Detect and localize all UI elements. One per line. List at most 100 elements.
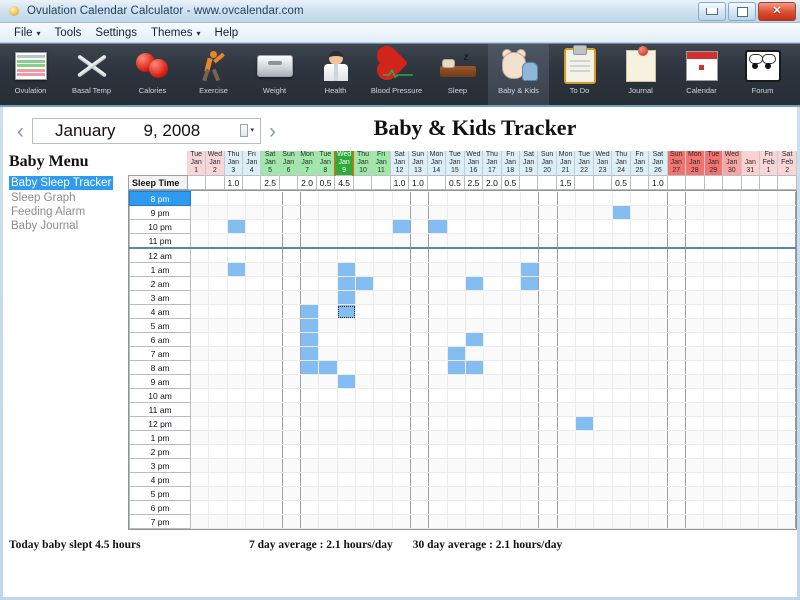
- sleep-grid-cell[interactable]: [300, 500, 320, 515]
- sleep-grid-cell[interactable]: [648, 290, 668, 305]
- sleep-grid-cell[interactable]: [355, 219, 375, 234]
- time-row-label[interactable]: 6 am: [128, 332, 192, 347]
- sleep-grid-cell[interactable]: [777, 514, 797, 529]
- sleep-grid-cell[interactable]: [538, 444, 558, 459]
- sleep-grid-cell[interactable]: [208, 458, 228, 473]
- sleep-grid-cell[interactable]: [593, 444, 613, 459]
- sleep-grid-cell[interactable]: [648, 318, 668, 333]
- sleep-grid-cell[interactable]: [667, 472, 686, 487]
- sleep-grid-cell[interactable]: [777, 402, 797, 417]
- sleep-grid-cell[interactable]: [502, 233, 522, 249]
- sleep-grid-cell[interactable]: [703, 416, 723, 431]
- sleep-grid-cell[interactable]: [355, 486, 375, 501]
- menu-help[interactable]: Help: [209, 25, 247, 41]
- date-field[interactable]: January 9, 2008 ▾: [32, 118, 261, 144]
- sleep-grid-cell[interactable]: [740, 416, 760, 431]
- sleep-grid-cell[interactable]: [538, 233, 558, 249]
- sleep-grid-cell[interactable]: [648, 444, 668, 459]
- sleep-grid-cell[interactable]: [575, 304, 595, 319]
- sleep-grid-cell[interactable]: [648, 430, 668, 445]
- sleep-grid-cell[interactable]: [538, 332, 558, 347]
- sleep-grid-cell[interactable]: [648, 374, 668, 389]
- sleep-grid-cell[interactable]: [740, 205, 760, 220]
- time-row-label[interactable]: 2 pm: [128, 444, 192, 459]
- sleep-grid-cell[interactable]: [465, 458, 485, 473]
- sleep-grid-cell[interactable]: [557, 472, 577, 487]
- sleep-grid-cell[interactable]: [392, 472, 412, 487]
- sleep-grid-cell[interactable]: [465, 360, 485, 375]
- sleep-grid-cell[interactable]: [557, 262, 577, 277]
- sleep-grid-cell[interactable]: [337, 276, 357, 291]
- sleep-grid-cell[interactable]: [667, 360, 686, 375]
- sleep-grid-cell[interactable]: [740, 374, 760, 389]
- sleep-grid-cell[interactable]: [703, 500, 723, 515]
- sleep-grid-cell[interactable]: [520, 205, 540, 220]
- sleep-grid-cell[interactable]: [337, 500, 357, 515]
- sleep-grid-cell[interactable]: [410, 430, 430, 445]
- sleep-grid-cell[interactable]: [392, 205, 412, 220]
- sleep-grid-cell[interactable]: [648, 191, 668, 206]
- time-row-label[interactable]: 5 pm: [128, 486, 192, 501]
- sleep-grid-cell[interactable]: [667, 486, 686, 501]
- sleep-grid-cell[interactable]: [630, 318, 650, 333]
- sleep-grid-cell[interactable]: [392, 332, 412, 347]
- sleep-grid-cell[interactable]: [593, 233, 613, 249]
- sleep-grid-cell[interactable]: [685, 290, 705, 305]
- sleep-grid-cell[interactable]: [520, 486, 540, 501]
- sleep-grid-cell[interactable]: [245, 472, 265, 487]
- sleep-grid-cell[interactable]: [557, 304, 577, 319]
- time-row-label[interactable]: 7 am: [128, 346, 192, 361]
- sleep-grid-cell[interactable]: [465, 514, 485, 529]
- sleep-grid-cell[interactable]: [355, 514, 375, 529]
- sleep-grid-cell[interactable]: [410, 388, 430, 403]
- sleep-grid-cell[interactable]: [557, 388, 577, 403]
- sleep-grid-cell[interactable]: [520, 346, 540, 361]
- sleep-grid-cell[interactable]: [502, 191, 522, 206]
- sleep-grid-cell[interactable]: [355, 332, 375, 347]
- time-row-label[interactable]: 8 am: [128, 360, 192, 375]
- sleep-grid-cell[interactable]: [465, 374, 485, 389]
- sleep-grid-cell[interactable]: [227, 262, 247, 277]
- sleep-grid-cell[interactable]: [758, 318, 778, 333]
- sleep-grid-cell[interactable]: [428, 332, 448, 347]
- sleep-grid-cell[interactable]: [483, 205, 503, 220]
- time-row-label[interactable]: 7 pm: [128, 514, 192, 529]
- sleep-grid-cell[interactable]: [520, 262, 540, 277]
- sleep-grid-cell[interactable]: [557, 248, 577, 263]
- sleep-grid-cell[interactable]: [685, 514, 705, 529]
- sleep-grid-cell[interactable]: [428, 514, 448, 529]
- sleep-grid-cell[interactable]: [373, 388, 393, 403]
- sleep-grid-cell[interactable]: [373, 318, 393, 333]
- time-row-label[interactable]: 1 am: [128, 262, 192, 277]
- sleep-grid-cell[interactable]: [355, 248, 375, 263]
- sleep-grid-cell[interactable]: [208, 205, 228, 220]
- sleep-grid-cell[interactable]: [392, 318, 412, 333]
- time-row-label[interactable]: 11 am: [128, 402, 192, 417]
- sleep-grid-cell[interactable]: [282, 430, 302, 445]
- sleep-grid-cell[interactable]: [208, 360, 228, 375]
- hours-value-cell[interactable]: [186, 175, 207, 190]
- sleep-grid-cell[interactable]: [263, 444, 283, 459]
- sleep-grid-cell[interactable]: [520, 472, 540, 487]
- sleep-grid-cell[interactable]: [722, 205, 741, 220]
- sleep-grid-cell[interactable]: [630, 430, 650, 445]
- sleep-grid-cell[interactable]: [447, 374, 467, 389]
- sleep-grid-cell[interactable]: [612, 205, 632, 220]
- sleep-grid-cell[interactable]: [392, 500, 412, 515]
- sleep-grid-cell[interactable]: [575, 332, 595, 347]
- sleep-grid-cell[interactable]: [245, 233, 265, 249]
- toolbar-button-health[interactable]: Health: [305, 44, 366, 105]
- sleep-grid-cell[interactable]: [392, 430, 412, 445]
- sleep-grid-cell[interactable]: [227, 514, 247, 529]
- sleep-grid-cell[interactable]: [740, 262, 760, 277]
- sleep-grid-cell[interactable]: [392, 191, 412, 206]
- sleep-grid-cell[interactable]: [740, 191, 760, 206]
- sleep-grid-cell[interactable]: [373, 276, 393, 291]
- sleep-grid-cell[interactable]: [447, 500, 467, 515]
- sleep-grid-cell[interactable]: [685, 472, 705, 487]
- sleep-grid-cell[interactable]: [685, 360, 705, 375]
- sleep-grid-cell[interactable]: [538, 374, 558, 389]
- sleep-grid-cell[interactable]: [392, 402, 412, 417]
- time-row-label[interactable]: 3 pm: [128, 458, 192, 473]
- hours-value-cell[interactable]: [592, 175, 613, 190]
